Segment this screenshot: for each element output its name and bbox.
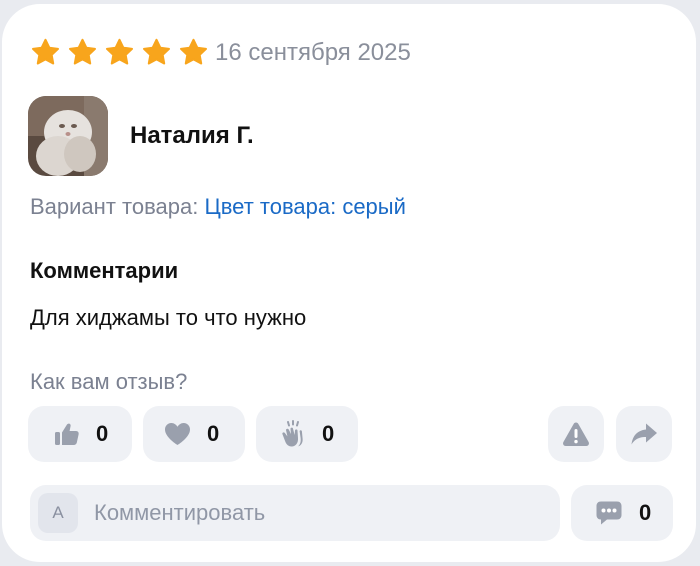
warning-icon xyxy=(563,422,589,446)
variant-label: Вариант товара: xyxy=(30,194,199,219)
clap-count: 0 xyxy=(322,421,335,446)
star-icon xyxy=(69,38,96,65)
rating-stars xyxy=(30,37,209,68)
star-icon xyxy=(143,38,170,65)
share-icon xyxy=(631,423,657,445)
comments-heading: Комментарии xyxy=(30,258,179,283)
review-date: 16 сентября 2025 xyxy=(215,39,411,66)
comment-bubble-icon xyxy=(596,501,622,525)
heart-icon xyxy=(165,423,190,445)
author-name[interactable]: Наталия Г. xyxy=(130,121,254,151)
report-button[interactable] xyxy=(548,406,604,462)
comment-input[interactable]: А Комментировать xyxy=(30,485,560,541)
user-avatar-letter: А xyxy=(38,493,78,533)
star-icon xyxy=(106,38,133,65)
like-count: 0 xyxy=(96,421,109,446)
clap-button[interactable]: 0 xyxy=(256,406,358,462)
product-variant: Вариант товара: Цвет товара: серый xyxy=(30,193,406,221)
heart-count: 0 xyxy=(207,421,220,446)
review-card: 16 сентября 2025 Наталия Г. Вариант това… xyxy=(2,4,696,562)
star-icon xyxy=(32,38,59,65)
review-text: Для хиджамы то что нужно xyxy=(30,305,307,330)
author-avatar[interactable] xyxy=(28,96,108,176)
variant-value-link[interactable]: Цвет товара: серый xyxy=(204,194,405,219)
avatar-photo xyxy=(28,96,108,176)
star-icon xyxy=(180,38,207,65)
clap-icon xyxy=(282,420,303,447)
share-button[interactable] xyxy=(616,406,672,462)
heart-button[interactable]: 0 xyxy=(143,406,245,462)
reaction-prompt: Как вам отзыв? xyxy=(30,369,188,394)
comment-placeholder: Комментировать xyxy=(94,500,266,525)
like-button[interactable]: 0 xyxy=(28,406,132,462)
thumbs-up-icon xyxy=(55,423,79,445)
comments-count-button[interactable]: 0 xyxy=(571,485,673,541)
comments-count: 0 xyxy=(639,500,652,525)
